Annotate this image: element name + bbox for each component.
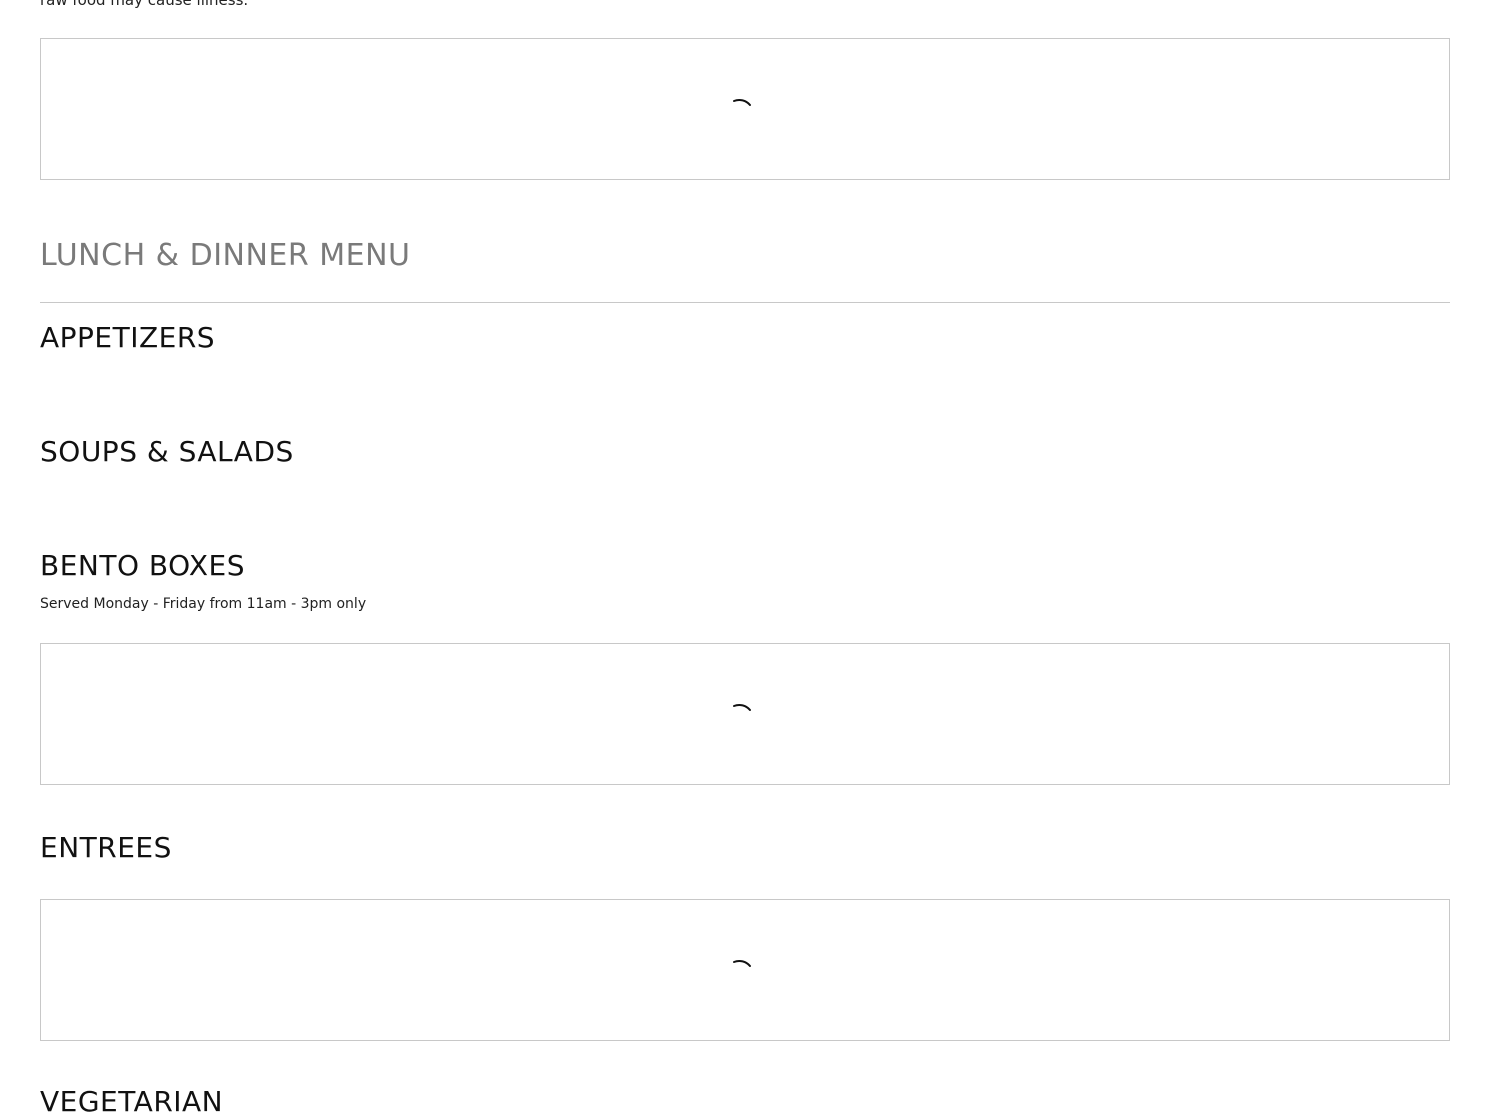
section-title-vegetarian: VEGETARIAN [40,1085,224,1118]
menu-title: LUNCH & DINNER MENU [40,238,411,273]
menu-divider [40,302,1450,303]
loading-spinner-icon [733,98,751,106]
loading-spinner-icon [733,703,751,711]
menu-embed-loading-entrees [40,899,1450,1041]
raw-food-disclaimer: raw food may cause illness. [40,0,249,9]
bento-boxes-note: Served Monday - Friday from 11am - 3pm o… [40,596,367,612]
section-title-bento-boxes: BENTO BOXES [40,549,245,582]
menu-embed-loading-top [40,38,1450,180]
menu-page: raw food may cause illness. LUNCH & DINN… [0,0,1490,1119]
loading-spinner-icon [733,959,751,967]
section-title-entrees: ENTREES [40,831,172,864]
menu-embed-loading-bento [40,643,1450,785]
section-title-appetizers: APPETIZERS [40,321,216,354]
section-title-soups-salads: SOUPS & SALADS [40,435,294,468]
